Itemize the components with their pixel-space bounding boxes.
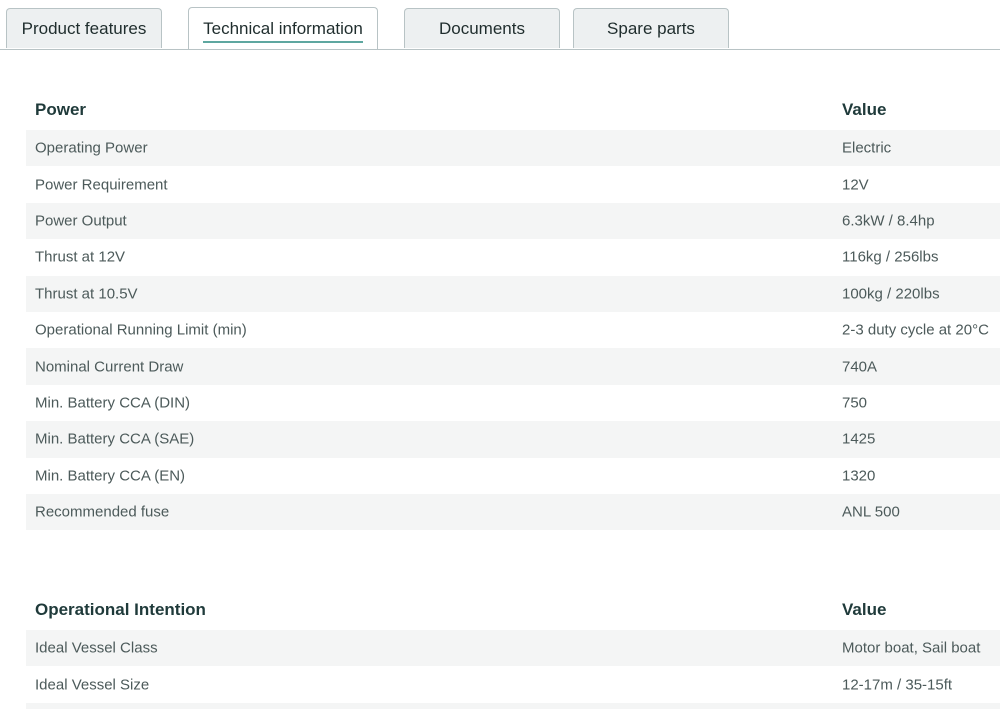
table-header: Power Value bbox=[26, 90, 1000, 130]
column-header-value: Value bbox=[842, 100, 887, 119]
row-label: Operational Running Limit (min) bbox=[35, 321, 247, 339]
column-header-name: Operational Intention bbox=[35, 600, 206, 619]
tab-bar: Product features Technical information D… bbox=[0, 0, 1000, 50]
row-label: Thrust at 12V bbox=[35, 248, 126, 266]
power-table: Power Value Operating Power Electric Pow… bbox=[26, 90, 1000, 531]
row-value: 740A bbox=[842, 358, 878, 376]
row-value: ANL 500 bbox=[842, 503, 900, 521]
row-value: 1320 bbox=[842, 467, 876, 485]
row-label: Thrust at 10.5V bbox=[35, 285, 138, 303]
row-value: 100kg / 220lbs bbox=[842, 285, 940, 303]
row-label: Nominal Current Draw bbox=[35, 358, 184, 376]
row-label: Min. Battery CCA (EN) bbox=[35, 467, 186, 485]
table-row: Operating Power Electric bbox=[26, 130, 1000, 167]
row-value: 116kg / 256lbs bbox=[842, 248, 939, 266]
row-value: 750 bbox=[842, 394, 868, 412]
row-label: Power Requirement bbox=[35, 176, 168, 194]
row-value: 12-17m / 35-15ft bbox=[842, 676, 953, 694]
row-label: Ideal Vessel Size bbox=[35, 676, 150, 694]
row-label: Min. Battery CCA (DIN) bbox=[35, 394, 191, 412]
row-value: 12V bbox=[842, 176, 869, 194]
tab-label: Documents bbox=[439, 18, 525, 38]
row-label: Power Output bbox=[35, 212, 127, 230]
table-header: Operational Intention Value bbox=[26, 590, 1000, 630]
tab-product-features[interactable]: Product features bbox=[6, 8, 162, 48]
row-value: 6.3kW / 8.4hp bbox=[842, 212, 935, 230]
table-row: Min. Battery CCA (DIN) 750 bbox=[26, 385, 1000, 421]
row-label: Recommended fuse bbox=[35, 503, 170, 521]
table-row: Ideal Vessel Class Motor boat, Sail boat bbox=[26, 630, 1000, 667]
table-row: Operational Running Limit (min) 2-3 duty… bbox=[26, 312, 1000, 348]
table-row: Power Requirement 12V bbox=[26, 166, 1000, 202]
table-row: Thrust at 12V 116kg / 256lbs bbox=[26, 239, 1000, 275]
row-label: Operating Power bbox=[35, 139, 148, 157]
tab-spare-parts[interactable]: Spare parts bbox=[573, 8, 729, 48]
table-row: Ideal Vessel Size 12-17m / 35-15ft bbox=[26, 666, 1000, 702]
table-row: Thrust at 10.5V 100kg / 220lbs bbox=[26, 275, 1000, 312]
row-label: Min. Battery CCA (SAE) bbox=[35, 430, 195, 448]
operational-intention-table: Operational Intention Value Ideal Vessel… bbox=[26, 590, 1000, 709]
row-label: Ideal Vessel Class bbox=[35, 639, 158, 657]
tab-label: Product features bbox=[21, 18, 147, 38]
table-row: Nominal Current Draw 740A bbox=[26, 348, 1000, 385]
tab-documents[interactable]: Documents bbox=[404, 8, 560, 48]
table-row: Min. Battery CCA (EN) 1320 bbox=[26, 458, 1000, 494]
tab-label: Technical information bbox=[203, 19, 363, 43]
row-value: Electric bbox=[842, 139, 892, 157]
table-row: Power Output 6.3kW / 8.4hp bbox=[26, 202, 1000, 240]
table-row: Min. Battery CCA (SAE) 1425 bbox=[26, 421, 1000, 458]
row-value: 1425 bbox=[842, 430, 876, 448]
table-row-partial bbox=[26, 702, 1000, 709]
tab-technical-information[interactable]: Technical information bbox=[188, 7, 378, 49]
column-header-name: Power bbox=[35, 100, 87, 119]
tab-label: Spare parts bbox=[607, 18, 695, 38]
row-value: 2-3 duty cycle at 20°C bbox=[842, 321, 989, 339]
row-value: Motor boat, Sail boat bbox=[842, 639, 981, 657]
column-header-value: Value bbox=[842, 600, 887, 619]
table-row: Recommended fuse ANL 500 bbox=[26, 493, 1000, 531]
